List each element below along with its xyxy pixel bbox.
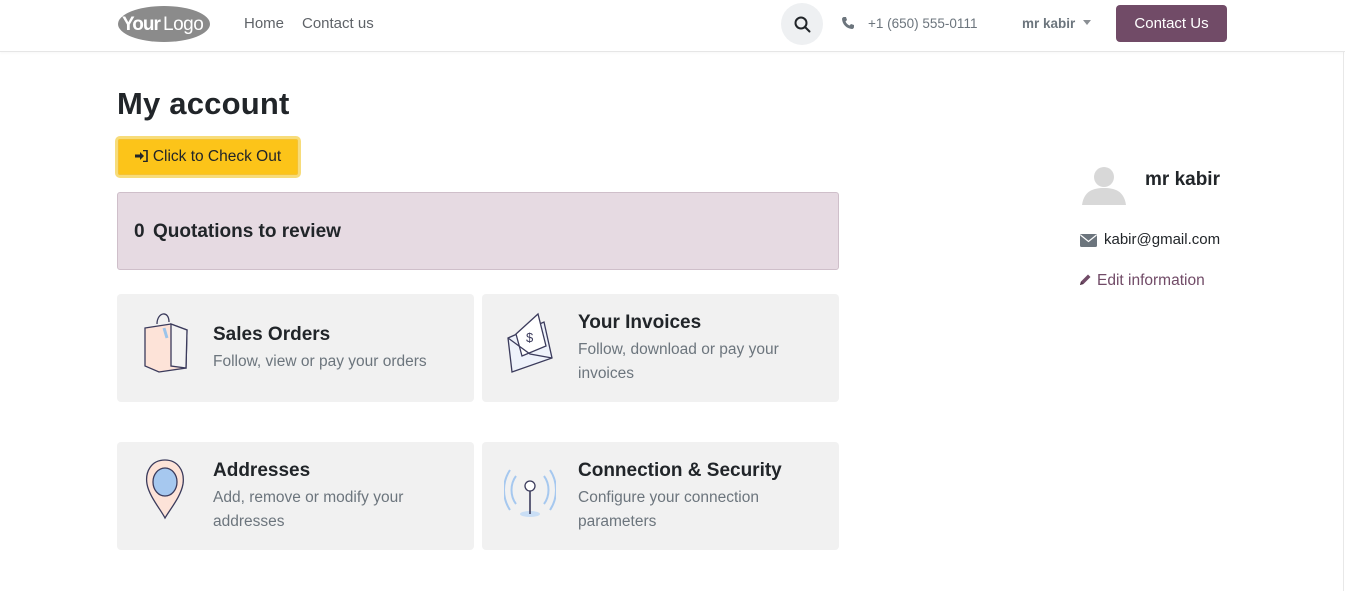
card-title: Connection & Security [578,460,782,481]
envelope-icon [1080,234,1097,247]
card-title: Sales Orders [213,324,331,345]
nav-home-link[interactable]: Home [244,15,284,32]
svg-text:Logo: Logo [163,14,203,35]
card-description: Add, remove or modify your addresses [213,489,404,530]
card-description: Configure your connection parameters [578,489,759,530]
sign-in-icon [134,149,148,165]
quotation-count: 0 [134,221,145,242]
check-out-button[interactable]: Click to Check Out [115,136,301,178]
phone-number[interactable]: +1 (650) 555-0111 [868,16,977,31]
page-title: My account [117,86,290,121]
card-title: Addresses [213,460,311,481]
user-dropdown[interactable]: mr kabir [1022,16,1092,31]
your-invoices-card[interactable]: $ Your Invoices Follow, download or pay … [482,294,839,402]
quotation-label: Quotations to review [153,221,341,242]
user-name: mr kabir [1022,16,1076,31]
edit-information-link[interactable]: Edit information [1079,272,1205,290]
connection-security-card[interactable]: Connection & Security Configure your con… [482,442,839,550]
invoice-envelope-icon: $ [507,312,553,373]
shopping-bag-icon [144,313,188,373]
addresses-card[interactable]: Addresses Add, remove or modify your add… [117,442,474,550]
edit-information-label: Edit information [1097,272,1205,289]
nav-contact-link[interactable]: Contact us [302,15,374,32]
phone-icon [842,17,854,29]
quotations-to-review-banner[interactable]: 0 Quotations to review [117,192,839,270]
card-description: Follow, view or pay your orders [213,353,427,370]
profile-email: kabir@gmail.com [1104,231,1221,248]
company-logo[interactable]: Your Logo [117,4,212,44]
profile-name: mr kabir [1145,169,1220,190]
card-title: Your Invoices [578,312,702,333]
avatar [1079,157,1129,207]
map-pin-icon [145,459,184,520]
contact-us-button[interactable]: Contact Us [1116,5,1227,42]
signal-antenna-icon [504,469,556,517]
check-out-label: Click to Check Out [152,148,282,165]
sales-orders-card[interactable]: Sales Orders Follow, view or pay your or… [117,294,474,402]
pencil-icon [1080,274,1091,285]
page-edge-divider [1343,52,1344,591]
svg-text:Your: Your [122,14,161,35]
search-icon [794,16,810,32]
search-button[interactable] [781,3,823,45]
top-navbar: Your Logo Home Contact us +1 (650) 555-0… [0,0,1345,52]
card-description: Follow, download or pay your invoices [578,341,779,382]
svg-text:$: $ [526,330,534,345]
chevron-down-icon [1083,19,1092,25]
